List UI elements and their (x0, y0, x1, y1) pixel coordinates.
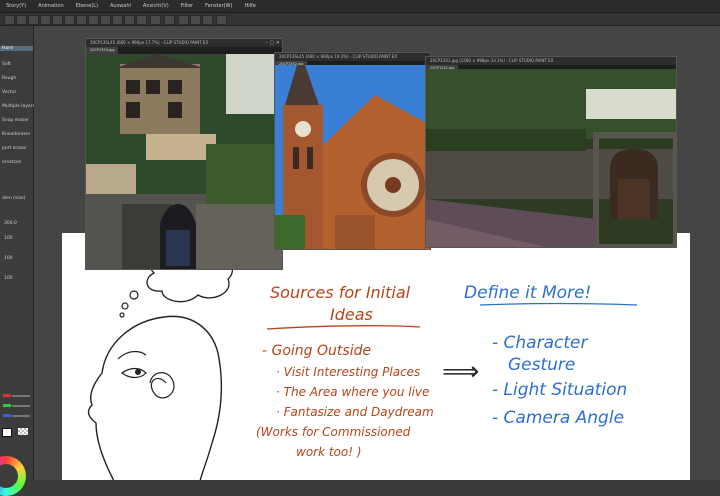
tool-property-header: dien (size) (2, 196, 26, 201)
toolbar-button[interactable] (216, 15, 227, 25)
drawing-canvas[interactable]: Sources for Initial Ideas - Going Outsid… (62, 233, 690, 480)
toolbar-button[interactable] (40, 15, 51, 25)
head-outline (87, 315, 223, 480)
menu-item-filter[interactable]: Filter (175, 3, 199, 9)
define-underline (479, 302, 638, 306)
toolbar-button[interactable] (150, 15, 161, 25)
toolbar-button[interactable] (164, 15, 175, 25)
window-title[interactable]: 20CP13SL45 (660 × 990px 19.3%) - CLIP ST… (275, 53, 430, 61)
subtool-vector[interactable]: Vector (2, 90, 16, 95)
toolbar-button[interactable] (64, 15, 75, 25)
window-controls[interactable]: – ▢ ✕ (265, 40, 280, 46)
pen-tool-button[interactable] (202, 15, 213, 25)
bullet-area: · The Area where you live (276, 385, 430, 399)
blue-slider[interactable] (12, 415, 30, 417)
subtool-multiple-layers[interactable]: Multiple layers (2, 104, 35, 109)
menu-bar: Story(Y) Animation Ebene(L) Auswahl Ansi… (0, 0, 720, 13)
transparent-color-chip[interactable] (18, 428, 28, 435)
toolbar-button[interactable] (4, 15, 15, 25)
subtool-kneaderaser[interactable]: Kneaderaser (2, 132, 31, 137)
arrow-icon: ⟹ (442, 357, 480, 387)
toolbar-button[interactable] (52, 15, 63, 25)
hardness-value[interactable]: 100 (4, 256, 13, 261)
toolbar-button[interactable] (88, 15, 99, 25)
command-bar (0, 13, 720, 26)
toolbar-button[interactable] (16, 15, 27, 25)
thought-dot (121, 302, 129, 310)
menu-item-view[interactable]: Ansicht(V) (137, 3, 175, 9)
window-tab[interactable]: 20CP1354.jpg (86, 47, 119, 54)
bullet-visit: · Visit Interesting Places (276, 365, 421, 379)
commissioned-line2: work too! ) (296, 445, 362, 459)
define-gesture: Gesture (508, 355, 576, 375)
density-value[interactable]: 100 (4, 276, 13, 281)
pupil (135, 369, 141, 375)
main-color-chip[interactable] (2, 428, 12, 437)
define-camera: - Camera Angle (492, 408, 625, 428)
reference-window-church[interactable]: 20CP13SL45 (660 × 990px 19.3%) - CLIP ST… (274, 52, 431, 250)
thought-dot (119, 312, 125, 318)
toolbar-button[interactable] (124, 15, 135, 25)
reference-window-wall[interactable]: 20CP1241.jpg (1500 × 998px 33.1%) - CLIP… (425, 56, 677, 248)
photo-villa (86, 54, 282, 269)
pen-tool-button[interactable] (190, 15, 201, 25)
thought-dot (129, 290, 139, 300)
menu-item-story[interactable]: Story(Y) (0, 3, 32, 9)
eyebrow (117, 350, 147, 360)
red-channel-swatch (3, 394, 11, 397)
subtool-soft[interactable]: Soft (2, 62, 11, 67)
toolbar-button[interactable] (76, 15, 87, 25)
define-character: - Character (492, 333, 588, 353)
commissioned-line1: (Works for Commissioned (256, 425, 411, 439)
opacity-value[interactable]: 100 (4, 236, 13, 241)
menu-item-help[interactable]: Hilfe (239, 3, 262, 9)
subtool-snap-eraser[interactable]: Snap eraser (2, 118, 29, 123)
pen-tool-button[interactable] (178, 15, 189, 25)
eye (120, 367, 147, 379)
sources-title-line2: Ideas (330, 305, 373, 324)
bullet-fantasize: · Fantasize and Daydream (276, 405, 434, 419)
menu-item-layer[interactable]: Ebene(L) (70, 3, 104, 9)
reference-window-villa[interactable]: 20CP13SL45 (660 × 990px 17.7%) - CLIP ST… (85, 38, 283, 270)
define-light: - Light Situation (492, 380, 628, 400)
menu-item-selection[interactable]: Auswahl (104, 3, 137, 9)
blue-channel-swatch (3, 414, 11, 417)
subtool-rough[interactable]: Rough (2, 76, 16, 81)
sources-title-line1: Sources for Initial (270, 283, 411, 302)
sub-tool-panel: Hard Soft Rough Vector Multiple layers S… (0, 26, 35, 480)
subtool-port-eraser[interactable]: port eraser (2, 146, 27, 151)
ear (149, 372, 175, 399)
photo-church (275, 65, 430, 249)
going-outside: - Going Outside (262, 343, 372, 359)
green-slider[interactable] (12, 405, 30, 407)
toolbar-button[interactable] (112, 15, 123, 25)
subtool-hard[interactable]: Hard (0, 46, 33, 51)
menu-item-window[interactable]: Fenster(W) (199, 3, 238, 9)
window-title[interactable]: 20CP1241.jpg (1500 × 998px 33.1%) - CLIP… (426, 57, 676, 65)
sketch-layer (87, 243, 638, 480)
red-slider[interactable] (12, 395, 30, 397)
define-title: Define it More! (464, 283, 592, 303)
green-channel-swatch (3, 404, 11, 407)
title-underline (266, 325, 421, 330)
subtool-ersetzen[interactable]: ersetzen (2, 160, 21, 165)
toolbar-button[interactable] (100, 15, 111, 25)
menu-item-animation[interactable]: Animation (32, 3, 70, 9)
window-title[interactable]: 20CP13SL45 (660 × 990px 17.7%) - CLIP ST… (86, 39, 282, 47)
toolbar-button[interactable] (28, 15, 39, 25)
photo-wall-gate (426, 69, 676, 247)
brush-size-value[interactable]: 300.0 (4, 221, 17, 226)
toolbar-button[interactable] (136, 15, 147, 25)
